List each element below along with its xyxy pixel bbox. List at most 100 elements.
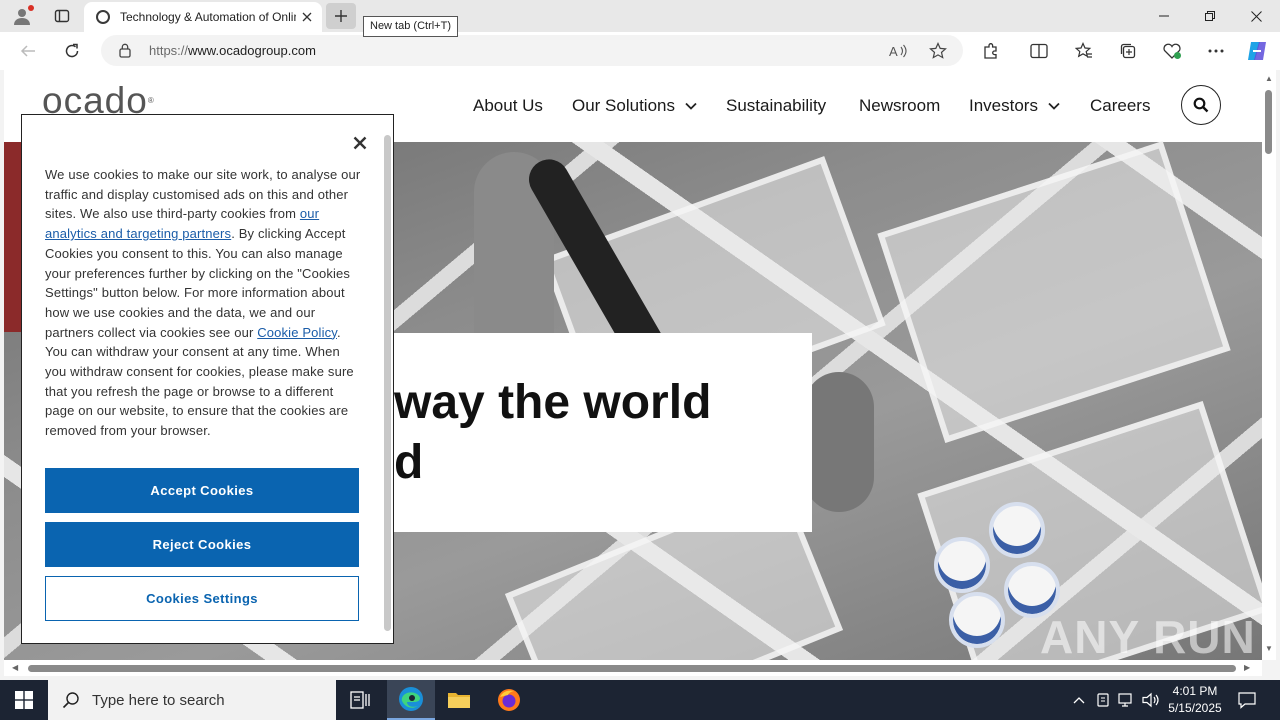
heartbeat-icon — [1163, 43, 1181, 59]
tab-actions-button[interactable] — [48, 4, 76, 28]
nav-about-us[interactable]: About Us — [473, 96, 543, 116]
registered-mark: ® — [147, 96, 155, 105]
folder-icon — [448, 693, 470, 708]
reject-cookies-button[interactable]: Reject Cookies — [45, 522, 359, 567]
close-window-button[interactable] — [1233, 0, 1279, 32]
taskbar-search-box[interactable]: Type here to search — [48, 680, 336, 720]
taskbar-edge-button[interactable] — [387, 680, 435, 720]
nav-our-solutions[interactable]: Our Solutions — [572, 96, 697, 116]
yogurt-pot — [989, 502, 1045, 558]
volume-icon — [1142, 692, 1159, 708]
plus-icon — [335, 10, 347, 22]
edge-icon — [399, 687, 423, 711]
vertical-scroll-thumb[interactable] — [1265, 90, 1272, 154]
read-aloud-button[interactable]: A — [887, 40, 909, 62]
nav-newsroom[interactable]: Newsroom — [859, 96, 940, 116]
back-button[interactable] — [14, 37, 42, 65]
nav-careers[interactable]: Careers — [1090, 96, 1150, 116]
scroll-down-icon[interactable]: ▼ — [1265, 644, 1273, 653]
copilot-icon — [1248, 42, 1266, 60]
split-screen-button[interactable] — [1026, 38, 1052, 64]
address-bar[interactable]: https://www.ocadogroup.com A — [101, 35, 963, 66]
refresh-button[interactable] — [58, 37, 86, 65]
nav-sustainability-label: Sustainability — [726, 96, 827, 115]
browser-essentials-button[interactable] — [1159, 38, 1185, 64]
task-view-button[interactable] — [336, 680, 384, 720]
notification-icon — [1238, 692, 1256, 709]
nav-investors[interactable]: Investors — [969, 96, 1060, 116]
site-search-button[interactable] — [1181, 85, 1221, 125]
cookies-settings-button[interactable]: Cookies Settings — [45, 576, 359, 621]
svg-text:A: A — [889, 44, 898, 59]
tray-network-button[interactable] — [1117, 690, 1137, 710]
device-icon — [1097, 693, 1109, 707]
more-dots-icon — [1208, 49, 1224, 53]
read-aloud-icon: A — [889, 44, 907, 59]
url-text[interactable]: https://www.ocadogroup.com — [149, 43, 316, 58]
search-icon — [62, 692, 79, 709]
tray-device-icon[interactable] — [1093, 690, 1113, 710]
scroll-right-icon[interactable]: ▶ — [1244, 663, 1250, 672]
nav-sustainability[interactable]: Sustainability — [726, 96, 826, 116]
accept-cookies-button[interactable]: Accept Cookies — [45, 468, 359, 513]
minimize-icon — [1159, 15, 1169, 17]
firefox-icon — [498, 689, 520, 711]
network-icon — [1118, 693, 1132, 707]
close-icon — [302, 12, 312, 22]
browser-toolbar: https://www.ocadogroup.com A — [0, 32, 1280, 70]
taskbar-clock[interactable]: 4:01 PM 5/15/2025 — [1160, 683, 1230, 717]
hero-headline-line1: way the world — [394, 376, 712, 429]
nav-careers-label: Careers — [1090, 96, 1151, 115]
restore-icon — [1205, 11, 1215, 21]
clock-date: 5/15/2025 — [1168, 701, 1222, 715]
robot-arm — [804, 372, 874, 512]
windows-logo-icon — [15, 691, 33, 709]
nav-about-us-label: About Us — [473, 96, 543, 115]
yogurt-pot — [949, 592, 1005, 648]
nav-newsroom-label: Newsroom — [859, 96, 941, 115]
tab-actions-icon — [54, 9, 70, 23]
task-view-icon — [350, 691, 370, 709]
notifications-button[interactable] — [1237, 690, 1257, 710]
favorites-icon — [1075, 42, 1092, 58]
taskbar-file-explorer-button[interactable] — [435, 680, 483, 720]
hero-headline-line2: d — [394, 436, 424, 489]
horizontal-scroll-thumb[interactable] — [28, 665, 1236, 672]
tab-title: Technology & Automation of Online Grocer… — [120, 10, 296, 24]
tab-close-button[interactable] — [298, 8, 316, 26]
favorites-button[interactable] — [1071, 38, 1097, 64]
cookie-text-part3: . You can withdraw your consent at any t… — [45, 324, 354, 439]
horizontal-scrollbar[interactable]: ◀ ▶ — [4, 660, 1262, 676]
start-button[interactable] — [0, 680, 48, 720]
settings-more-button[interactable] — [1203, 38, 1229, 64]
puzzle-icon — [984, 43, 997, 59]
anyrun-watermark: ANY RUN — [1040, 611, 1256, 660]
cookie-consent-dialog: We use cookies to make our site work, to… — [21, 114, 394, 644]
nav-investors-label: Investors — [969, 96, 1038, 115]
lock-icon[interactable] — [119, 43, 131, 58]
tray-volume-button[interactable] — [1141, 690, 1161, 710]
browser-tab-strip: Technology & Automation of Online Grocer… — [0, 0, 1280, 37]
collections-button[interactable] — [1115, 38, 1141, 64]
url-host: www.ocadogroup.com — [188, 43, 316, 58]
new-tab-button[interactable] — [326, 3, 356, 29]
cookie-close-button[interactable] — [350, 133, 370, 153]
tab-active[interactable]: Technology & Automation of Online Grocer… — [84, 2, 322, 32]
notification-dot — [28, 5, 34, 11]
extensions-button[interactable] — [978, 38, 1004, 64]
taskbar-firefox-button[interactable] — [485, 680, 533, 720]
site-favicon-icon — [96, 10, 110, 24]
restore-button[interactable] — [1187, 0, 1233, 32]
cookie-policy-link[interactable]: Cookie Policy — [257, 325, 337, 340]
collections-icon — [1120, 43, 1136, 59]
favorite-star-button[interactable] — [927, 40, 949, 62]
vertical-scrollbar[interactable]: ▲ ▼ — [1262, 70, 1276, 660]
scroll-up-icon[interactable]: ▲ — [1265, 74, 1273, 83]
show-hidden-icons-button[interactable] — [1069, 690, 1089, 710]
yogurt-pot — [934, 537, 990, 593]
copilot-button[interactable] — [1244, 38, 1270, 64]
cookie-dialog-scrollbar[interactable] — [384, 135, 391, 631]
clock-time: 4:01 PM — [1172, 684, 1218, 698]
minimize-button[interactable] — [1141, 0, 1187, 32]
scroll-left-icon[interactable]: ◀ — [12, 663, 18, 672]
